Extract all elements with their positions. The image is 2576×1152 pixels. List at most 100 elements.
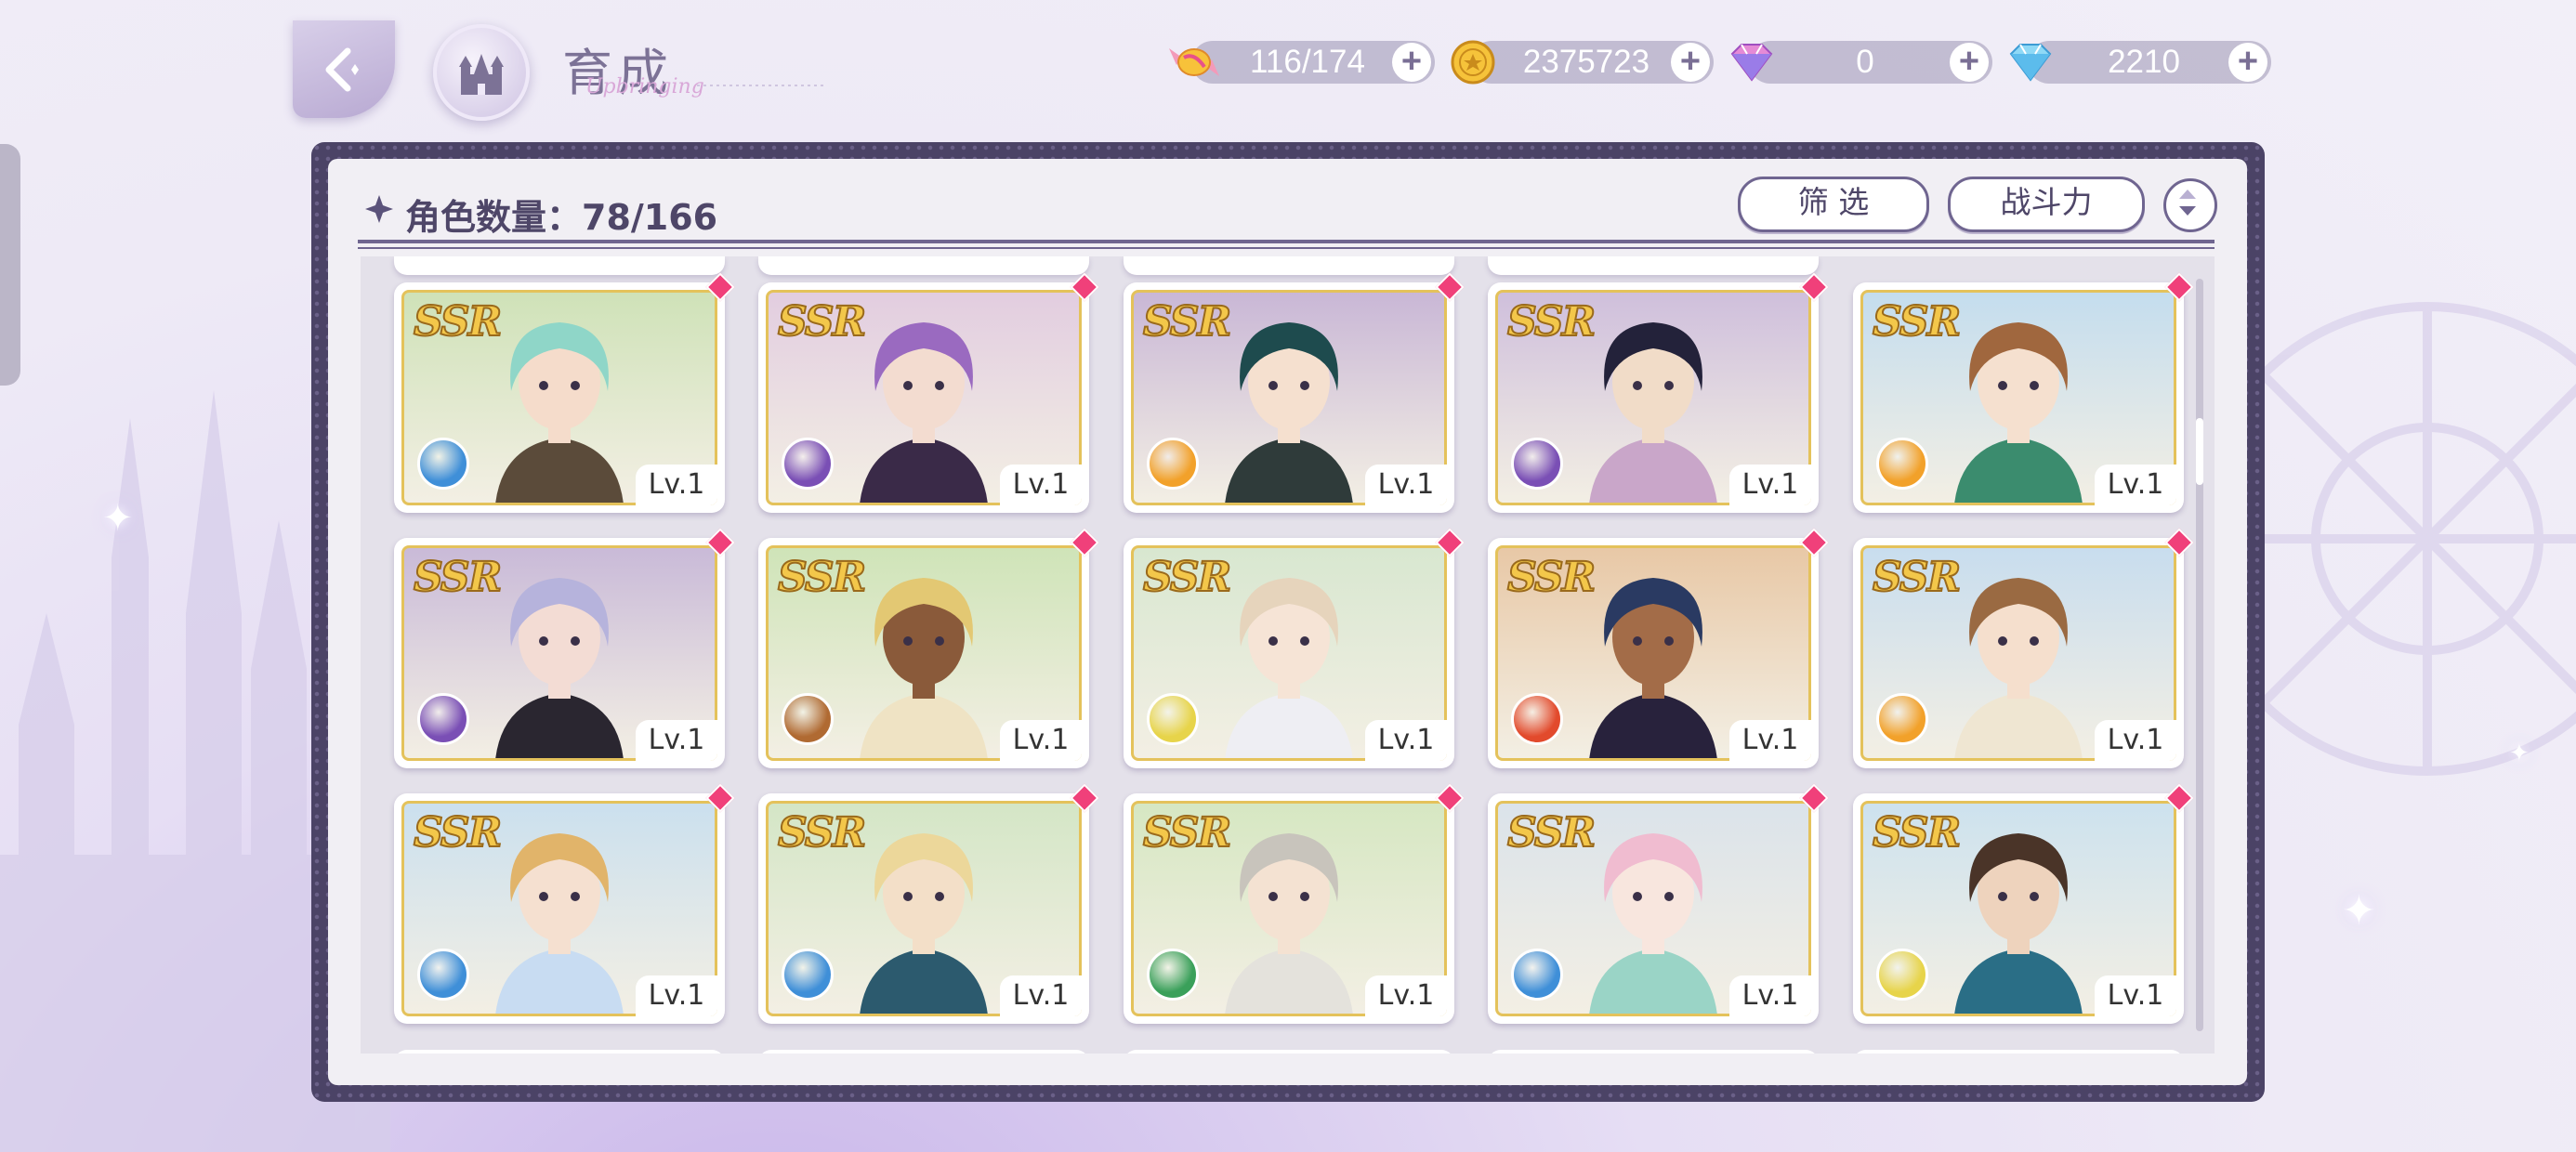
attribute-icon: [417, 693, 469, 745]
rarity-badge: SSR: [1506, 553, 1597, 602]
paid-gem-add-button[interactable]: +: [1950, 43, 1989, 82]
character-card[interactable]: SSR Lv.1: [1488, 528, 1829, 768]
rarity-badge: SSR: [1872, 808, 1962, 857]
character-card[interactable]: SSR Lv.1: [758, 528, 1099, 768]
attribute-icon: [1876, 438, 1928, 490]
title-script-decoration: Upbringing: [585, 75, 827, 98]
level-label: Lv.1: [2095, 465, 2176, 505]
level-label: Lv.1: [1729, 720, 1811, 761]
attribute-icon: [1511, 949, 1563, 1001]
coin-icon: [1451, 40, 1495, 85]
attribute-icon: [782, 949, 834, 1001]
card-partial-top: [1488, 256, 1819, 275]
gold-add-button[interactable]: +: [1671, 43, 1710, 82]
character-card[interactable]: SSR Lv.1: [1488, 272, 1829, 513]
card-partial-top: [1124, 256, 1454, 275]
candy-value: 116/174: [1250, 44, 1365, 80]
resource-candy: 116/174 +: [1169, 41, 1435, 84]
character-card[interactable]: SSR Lv.1: [1853, 528, 2194, 768]
attribute-icon: [1876, 949, 1928, 1001]
character-grid[interactable]: SSR Lv.1 SSR Lv.1 SSR Lv.1 SSR Lv.1 SSR Lv.1 SSR Lv…: [361, 256, 2215, 1054]
blue-diamond-icon: [2009, 44, 2052, 82]
side-drawer-tab[interactable]: [0, 144, 20, 386]
character-card[interactable]: SSR Lv.1: [1488, 783, 1829, 1024]
sort-order-toggle[interactable]: [2163, 178, 2217, 232]
sort-arrows-icon: [2179, 190, 2196, 216]
level-label: Lv.1: [2095, 720, 2176, 761]
rarity-badge: SSR: [1872, 297, 1962, 347]
character-card[interactable]: SSR Lv.1: [1853, 272, 2194, 513]
rarity-badge: SSR: [1142, 808, 1232, 857]
paid-gem-value: 0: [1856, 44, 1874, 80]
grid-scrollbar[interactable]: [2196, 279, 2203, 1031]
filter-button[interactable]: 筛 选: [1738, 177, 1929, 232]
attribute-icon: [417, 438, 469, 490]
attribute-icon: [782, 693, 834, 745]
sparkle-icon: ✦: [2342, 888, 2376, 934]
rarity-badge: SSR: [413, 297, 503, 347]
candy-icon: [1169, 48, 1219, 76]
card-partial-bottom: [1124, 1050, 1454, 1054]
sparkle-icon: ✦: [102, 498, 134, 539]
level-label: Lv.1: [1729, 465, 1811, 505]
level-label: Lv.1: [636, 720, 717, 761]
free-gem-add-button[interactable]: +: [2228, 43, 2267, 82]
character-count-label: 角色数量：78/166: [405, 197, 718, 238]
title-script: Upbringing: [585, 75, 704, 98]
level-label: Lv.1: [1000, 720, 1082, 761]
character-card[interactable]: SSR Lv.1: [1124, 528, 1465, 768]
level-label: Lv.1: [2095, 975, 2176, 1016]
resource-gold: 2375723 +: [1451, 40, 1714, 85]
level-label: Lv.1: [1365, 465, 1447, 505]
scrollbar-thumb[interactable]: [2196, 418, 2203, 485]
header-divider-thin: [358, 247, 2215, 249]
level-label: Lv.1: [1000, 465, 1082, 505]
candy-add-button[interactable]: +: [1392, 43, 1431, 82]
attribute-icon: [1147, 438, 1199, 490]
character-card[interactable]: SSR Lv.1: [758, 272, 1099, 513]
free-gem-value: 2210: [2108, 44, 2180, 80]
resource-paid-gem: 0 +: [1730, 41, 1992, 84]
sparkle-icon: ✦: [2509, 739, 2530, 766]
rarity-badge: SSR: [1142, 297, 1232, 347]
character-card[interactable]: SSR Lv.1: [1124, 272, 1465, 513]
card-partial-top: [394, 256, 725, 275]
rarity-badge: SSR: [413, 808, 503, 857]
character-card[interactable]: SSR Lv.1: [758, 783, 1099, 1024]
card-partial-top: [758, 256, 1089, 275]
rarity-badge: SSR: [1506, 297, 1597, 347]
castle-home-icon: [459, 54, 504, 95]
level-label: Lv.1: [1365, 720, 1447, 761]
card-partial-bottom: [758, 1050, 1089, 1054]
level-label: Lv.1: [1365, 975, 1447, 1016]
attribute-icon: [1511, 438, 1563, 490]
character-card[interactable]: SSR Lv.1: [394, 272, 735, 513]
character-card[interactable]: SSR Lv.1: [1124, 783, 1465, 1024]
attribute-icon: [1511, 693, 1563, 745]
card-partial-bottom: [394, 1050, 725, 1054]
rarity-badge: SSR: [777, 808, 867, 857]
card-partial-bottom: [1488, 1050, 1819, 1054]
home-button[interactable]: [433, 24, 530, 121]
four-point-star-icon: [365, 195, 393, 223]
attribute-icon: [417, 949, 469, 1001]
level-label: Lv.1: [1729, 975, 1811, 1016]
rarity-badge: SSR: [777, 297, 867, 347]
level-label: Lv.1: [636, 465, 717, 505]
rarity-badge: SSR: [1142, 553, 1232, 602]
rarity-badge: SSR: [777, 553, 867, 602]
pink-diamond-icon: [1730, 44, 1773, 82]
rarity-badge: SSR: [413, 553, 503, 602]
back-arrow-icon: [325, 47, 359, 91]
back-button[interactable]: [293, 20, 395, 118]
level-label: Lv.1: [1000, 975, 1082, 1016]
character-card[interactable]: SSR Lv.1: [1853, 783, 2194, 1024]
card-partial-bottom: [1853, 1050, 2184, 1054]
character-card[interactable]: SSR Lv.1: [394, 528, 735, 768]
level-label: Lv.1: [636, 975, 717, 1016]
attribute-icon: [1147, 949, 1199, 1001]
rarity-badge: SSR: [1872, 553, 1962, 602]
character-card[interactable]: SSR Lv.1: [394, 783, 735, 1024]
sort-power-button[interactable]: 战斗力: [1948, 177, 2145, 232]
header-divider: [358, 240, 2215, 243]
